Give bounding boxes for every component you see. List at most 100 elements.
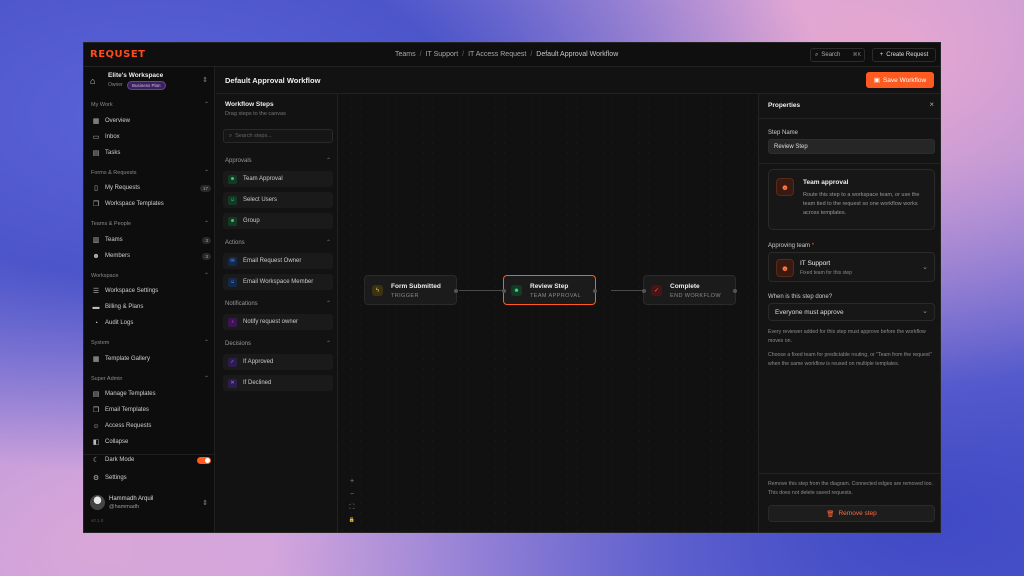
collapse-button[interactable]: ◧ Collapse	[91, 436, 211, 448]
sidebar-item-label: Email Templates	[105, 407, 149, 413]
node-complete[interactable]: ✓ Complete END WORKFLOW	[642, 275, 737, 305]
node-input-handle[interactable]	[502, 289, 506, 293]
divider	[759, 473, 940, 474]
step-label: Email Request Owner	[243, 258, 302, 264]
user-icon: ☺	[228, 277, 237, 287]
edge-review-complete[interactable]	[611, 290, 644, 291]
sidebar-item-overview[interactable]: ▦ Overview	[91, 115, 211, 127]
sidebar-item-billing[interactable]: ▬ Billing & Plans	[91, 301, 211, 313]
done-condition-select[interactable]: Everyone must approve ⌄	[768, 303, 935, 321]
section-my-work[interactable]: My Work ⌃	[91, 102, 209, 108]
properties-panel: Properties × Step Name Review Step ☻ Tea…	[758, 94, 940, 532]
node-output-handle[interactable]	[454, 289, 458, 293]
done-condition-value: Everyone must approve	[775, 309, 844, 316]
chevron-up-icon: ⌃	[325, 301, 331, 307]
node-subtitle: TRIGGER	[391, 293, 419, 299]
mail-icon: ❐	[92, 407, 100, 414]
section-label: My Work	[91, 102, 113, 108]
breadcrumb-separator: /	[530, 51, 533, 58]
workspace-switcher[interactable]: ⌂ Elite's Workspace Owner Business Plan …	[90, 72, 210, 92]
step-team-approval[interactable]: ☻ Team Approval	[223, 171, 333, 187]
section-forms-requests[interactable]: Forms & Requests ⌃	[91, 170, 209, 176]
chevron-up-icon: ⌃	[325, 158, 331, 164]
node-output-handle[interactable]	[593, 289, 597, 293]
step-notify-request-owner[interactable]: ♪ Notify request owner	[223, 314, 333, 330]
sidebar-item-manage-templates[interactable]: ▤ Manage Templates	[91, 388, 211, 400]
save-workflow-label: Save Workflow	[882, 76, 927, 84]
section-teams-people[interactable]: Teams & People ⌃	[91, 221, 209, 227]
node-input-handle[interactable]	[642, 289, 646, 293]
fit-view-button[interactable]: ⛶	[346, 501, 358, 514]
node-form-submitted[interactable]: ϟ Form Submitted TRIGGER	[364, 275, 458, 305]
sidebar-item-label: Audit Logs	[105, 320, 134, 326]
moon-icon: ☾	[92, 457, 100, 464]
breadcrumb-teams[interactable]: Teams	[395, 51, 416, 58]
group-notifications[interactable]: Notifications ⌃	[225, 301, 331, 307]
chevron-up-icon: ⌃	[203, 221, 209, 227]
sidebar-item-settings[interactable]: ⚙ Settings	[91, 472, 211, 484]
lock-button[interactable]: 🔒	[346, 514, 358, 527]
sidebar-item-label: Billing & Plans	[105, 304, 144, 310]
chevron-up-icon: ⌃	[203, 170, 209, 176]
user-menu[interactable]: Hammadh Arquil @hammadh ⇕	[90, 495, 210, 513]
check-circle-icon: ✓	[228, 357, 237, 367]
sidebar-item-access-requests[interactable]: ☺ Access Requests	[91, 420, 211, 432]
app-version: v0.1.0	[91, 518, 104, 523]
zoom-out-button[interactable]: −	[346, 488, 358, 501]
sidebar-item-audit-logs[interactable]: ◔ Audit Logs	[91, 317, 211, 329]
section-super-admin[interactable]: Super Admin ⌃	[91, 376, 209, 382]
dark-mode-toggle[interactable]	[197, 456, 211, 464]
brand-logo[interactable]: REQUSET	[90, 49, 146, 60]
sidebar-item-email-templates[interactable]: ❐ Email Templates	[91, 404, 211, 416]
step-select-users[interactable]: ☺ Select Users	[223, 192, 333, 208]
breadcrumb-it-access-request[interactable]: IT Access Request	[468, 51, 526, 58]
breadcrumb-separator: /	[462, 51, 465, 58]
users-icon: ☻	[511, 285, 522, 296]
step-email-workspace-member[interactable]: ☺ Email Workspace Member	[223, 274, 333, 290]
step-group[interactable]: ☻ Group	[223, 213, 333, 229]
node-title: Complete	[670, 283, 700, 290]
node-output-handle[interactable]	[733, 289, 737, 293]
approving-team-select[interactable]: ☻ IT Support Fixed team for this step ⌄	[768, 252, 935, 282]
sidebar-item-members[interactable]: ☻ Members 3	[91, 250, 211, 262]
user-icon: ☺	[92, 422, 100, 430]
group-decisions[interactable]: Decisions ⌃	[225, 341, 331, 347]
sidebar-item-inbox[interactable]: ▭ Inbox	[91, 131, 211, 143]
step-label: If Declined	[243, 380, 272, 386]
sidebar-item-workspace-templates[interactable]: ❐ Workspace Templates	[91, 198, 211, 210]
sidebar-item-my-requests[interactable]: ▯ My Requests 17	[91, 182, 211, 194]
zoom-in-button[interactable]: +	[346, 475, 358, 488]
step-email-request-owner[interactable]: ✉ Email Request Owner	[223, 253, 333, 269]
collapse-label: Collapse	[105, 439, 129, 445]
sidebar-item-tasks[interactable]: ▤ Tasks	[91, 147, 211, 159]
section-label: Teams & People	[91, 221, 132, 227]
search-button[interactable]: ⌕ Search ⌘K	[810, 48, 865, 62]
remove-step-button[interactable]: 🗑 Remove step	[768, 505, 935, 522]
sidebar-item-teams[interactable]: ▥ Teams 3	[91, 234, 211, 246]
count-badge: 3	[202, 252, 211, 260]
count-badge: 3	[202, 236, 211, 244]
sidebar-item-label: Access Requests	[105, 423, 152, 429]
breadcrumb-it-support[interactable]: IT Support	[426, 51, 459, 58]
step-label: Email Workspace Member	[243, 279, 314, 285]
workflow-canvas[interactable]: ϟ Form Submitted TRIGGER ☻ Review Step T…	[338, 94, 758, 532]
step-if-declined[interactable]: ✕ If Declined	[223, 375, 333, 391]
step-name-input[interactable]: Review Step	[768, 139, 935, 154]
step-if-approved[interactable]: ✓ If Approved	[223, 354, 333, 370]
plan-badge: Business Plan	[127, 81, 166, 90]
search-icon: ⌕	[229, 132, 233, 139]
node-review-step[interactable]: ☻ Review Step TEAM APPROVAL	[502, 275, 597, 305]
steps-search-input[interactable]: ⌕ Search steps...	[223, 129, 333, 143]
group-actions[interactable]: Actions ⌃	[225, 240, 331, 246]
sidebar-item-template-gallery[interactable]: ▦ Template Gallery	[91, 353, 211, 365]
sidebar-item-workspace-settings[interactable]: ☰ Workspace Settings	[91, 285, 211, 297]
steps-panel-title: Workflow Steps	[225, 101, 274, 108]
save-workflow-button[interactable]: ▣ Save Workflow	[866, 72, 934, 88]
edge-trigger-review[interactable]	[459, 290, 506, 291]
group-approvals[interactable]: Approvals ⌃	[225, 158, 331, 164]
section-system[interactable]: System ⌃	[91, 340, 209, 346]
section-workspace[interactable]: Workspace ⌃	[91, 273, 209, 279]
sidebar-item-label: My Requests	[105, 185, 141, 191]
close-icon[interactable]: ×	[929, 100, 934, 109]
create-request-button[interactable]: + Create Request	[872, 48, 936, 62]
